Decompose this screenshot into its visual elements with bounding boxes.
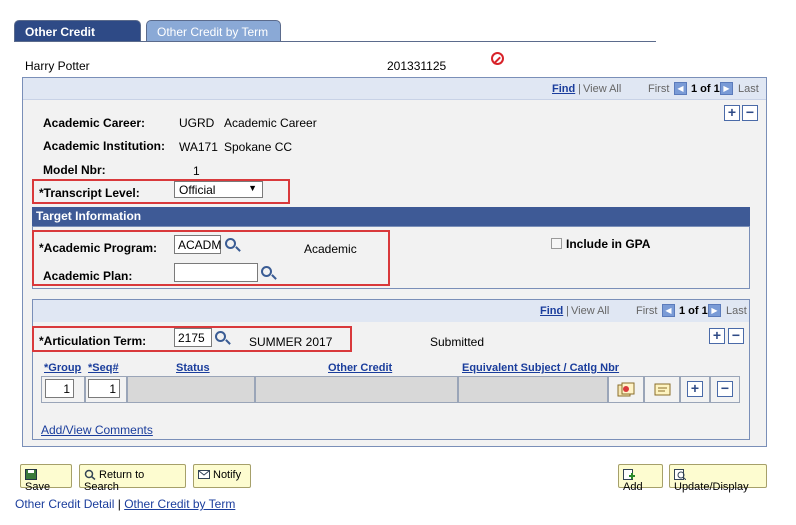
previous-arrow-icon[interactable]: ◀ [674,82,687,95]
return-to-search-button[interactable]: Return to Search [79,464,186,493]
seq-column-header[interactable]: *Seq# [88,362,119,376]
footer-separator: | [117,497,121,511]
academic-program-label: *Academic Program: [39,241,158,255]
target-information-header: Target Information [32,207,750,226]
articulation-term-label: *Articulation Term: [39,334,147,348]
grid-delete-row-icon[interactable]: − [717,381,733,397]
academic-institution-label: Academic Institution: [43,139,166,153]
student-id: 201331125 [387,59,447,73]
delete-row-icon[interactable]: − [742,105,758,121]
model-nbr-label: Model Nbr: [43,163,106,177]
course-detail-icon[interactable] [617,382,635,398]
plan-lookup-icon[interactable] [261,266,272,277]
articulation-first-label[interactable]: First [636,305,657,317]
academic-institution-desc: Spokane CC [224,140,293,154]
footer-other-credit-by-term-link[interactable]: Other Credit by Term [124,497,235,511]
save-button-label: Save [25,481,51,493]
seq-input[interactable]: 1 [88,379,120,398]
add-button[interactable]: Add [618,464,663,493]
other-credit-column-header[interactable]: Other Credit [328,362,392,376]
update-display-icon [674,469,686,480]
grid-delete-cell: − [710,376,740,403]
footer-links: Other Credit Detail | Other Credit by Te… [15,497,235,511]
model-nbr-value: 1 [193,164,200,178]
group-input[interactable]: 1 [45,379,74,398]
tab-divider [14,41,656,42]
comment-icon[interactable] [654,383,672,397]
course-detail-cell [608,376,644,403]
transcript-level-select[interactable]: Official ▼ [174,181,263,198]
last-label[interactable]: Last [738,83,759,95]
group-column-header[interactable]: *Group [44,362,81,376]
save-button[interactable]: Save [20,464,72,493]
view-all-link[interactable]: View All [583,83,621,95]
transcript-level-value: Official [179,183,216,197]
status-column-header[interactable]: Status [176,362,210,376]
articulation-next-arrow-icon[interactable]: ▶ [708,304,721,317]
main-navbar: Find | View All First ◀ 1 of 1 ▶ Last [23,78,766,100]
notify-button-label: Notify [213,469,242,481]
footer-other-credit-detail-link[interactable]: Other Credit Detail [15,497,114,511]
tab-other-credit-by-term[interactable]: Other Credit by Term [146,20,281,42]
tab-other-credit-detail[interactable]: Other Credit Detail [14,20,141,53]
articulation-view-all-link[interactable]: View All [571,305,609,317]
articulation-term-input[interactable]: 2175 [174,328,212,347]
term-lookup-icon[interactable] [215,331,226,342]
include-in-gpa-label: Include in GPA [566,237,651,251]
add-button-label: Add [623,481,643,493]
update-display-button[interactable]: Update/Display [669,464,767,493]
return-search-icon [84,469,96,480]
program-lookup-icon[interactable] [225,238,236,249]
notify-icon [198,470,210,479]
articulation-status: Submitted [430,335,485,349]
articulation-last-label[interactable]: Last [726,305,747,317]
academic-program-desc: Academic [304,242,357,256]
status-cell [127,376,255,403]
equivalent-subject-column-header[interactable]: Equivalent Subject / Catlg Nbr [462,362,619,376]
grid-add-row-icon[interactable]: + [687,381,703,397]
other-credit-cell [255,376,458,403]
academic-plan-input[interactable] [174,263,258,282]
academic-career-label: Academic Career: [43,116,146,130]
articulation-add-row-icon[interactable]: + [709,328,725,344]
add-icon [623,469,635,480]
grid-add-cell: + [680,376,710,403]
row-count: 1 of 1 [691,83,720,95]
articulation-navbar: Find | View All First ◀ 1 of 1 ▶ Last [33,300,749,322]
notify-button[interactable]: Notify [193,464,251,488]
save-icon [25,469,37,480]
academic-plan-label: Academic Plan: [43,269,133,283]
academic-career-desc: Academic Career [224,116,317,130]
academic-institution-code: WA171 [179,140,218,154]
academic-career-code: UGRD [179,116,215,130]
first-label[interactable]: First [648,83,669,95]
nav-separator: | [578,83,581,95]
comment-cell [644,376,680,403]
articulation-row-count: 1 of 1 [679,305,708,317]
find-link[interactable]: Find [552,83,575,95]
articulation-delete-row-icon[interactable]: − [728,328,744,344]
equivalent-subject-cell [458,376,608,403]
add-row-icon[interactable]: + [724,105,740,121]
add-view-comments-link[interactable]: Add/View Comments [41,423,153,437]
next-arrow-icon[interactable]: ▶ [720,82,733,95]
include-in-gpa-checkbox[interactable] [551,238,562,249]
dropdown-arrow-icon: ▼ [248,183,257,193]
articulation-nav-separator: | [566,305,569,317]
articulation-previous-arrow-icon[interactable]: ◀ [662,304,675,317]
articulation-find-link[interactable]: Find [540,305,563,317]
articulation-term-desc: SUMMER 2017 [249,335,333,349]
update-button-label: Update/Display [674,481,749,493]
no-entry-icon [491,52,504,65]
student-name: Harry Potter [25,59,90,73]
transcript-level-label: *Transcript Level: [39,186,140,200]
academic-program-input[interactable]: ACADM [174,235,221,254]
